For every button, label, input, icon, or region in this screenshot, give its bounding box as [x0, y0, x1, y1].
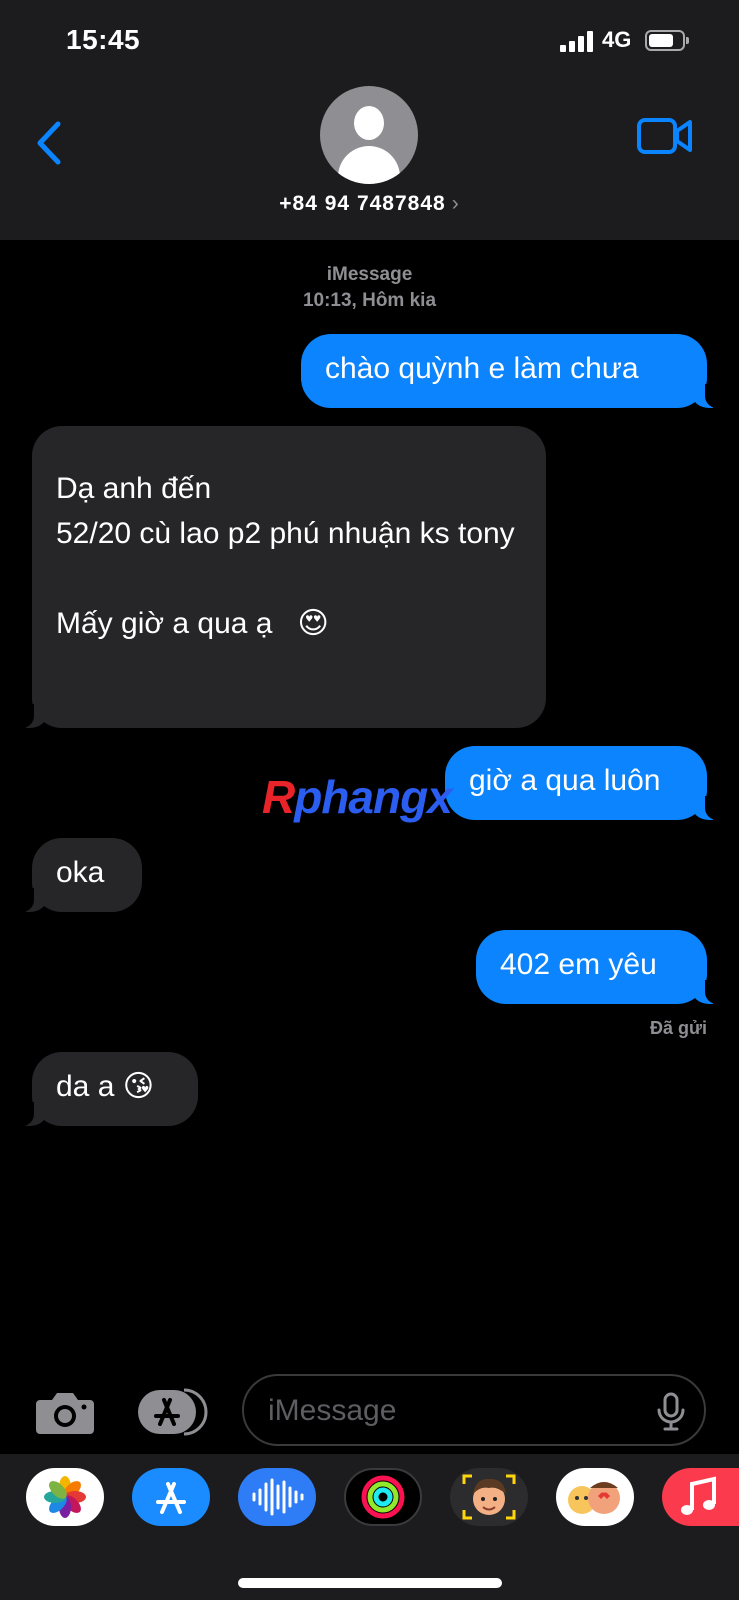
- apps-button[interactable]: [136, 1388, 210, 1436]
- message-input-placeholder: iMessage: [268, 1394, 397, 1427]
- camera-icon: [36, 1393, 94, 1434]
- person-icon: [354, 106, 384, 140]
- app-store-icon: [138, 1388, 208, 1436]
- conversation-header: +84 94 7487848 ›: [0, 80, 739, 240]
- back-button[interactable]: [30, 118, 70, 168]
- dictation-button[interactable]: [656, 1392, 686, 1432]
- app-store-icon[interactable]: [132, 1468, 210, 1526]
- message-bubble-received[interactable]: Dạ anh đến 52/20 cù lao p2 phú nhuận ks …: [20, 426, 546, 728]
- microphone-icon: [657, 1392, 685, 1431]
- network-type: 4G: [602, 27, 632, 52]
- message-text: Dạ anh đến 52/20 cù lao p2 phú nhuận ks …: [56, 472, 515, 640]
- status-time: 15:45: [66, 24, 141, 55]
- chevron-left-icon: [37, 121, 61, 165]
- message-bubble-sent[interactable]: chào quỳnh e làm chưa: [301, 334, 719, 408]
- video-camera-icon: [637, 118, 692, 154]
- message-text: 402 em yêu: [500, 948, 657, 981]
- message-bubble-received[interactable]: oka: [20, 838, 142, 912]
- message-text: oka: [56, 856, 105, 889]
- service-label: iMessage: [326, 264, 413, 285]
- message-text: da a 😘: [56, 1070, 154, 1103]
- contact-avatar[interactable]: [320, 86, 418, 184]
- imessage-app-drawer: [0, 1454, 739, 1600]
- cellular-signal-icon: [560, 30, 594, 52]
- memoji-icon[interactable]: [450, 1468, 528, 1526]
- activity-icon[interactable]: [344, 1468, 422, 1526]
- message-bubble-received[interactable]: da a 😘: [20, 1052, 198, 1126]
- camera-button[interactable]: [34, 1388, 96, 1436]
- audio-message-icon[interactable]: [238, 1468, 316, 1526]
- message-text: giờ a qua luôn: [469, 764, 661, 797]
- composer-bar: iMessage: [0, 1370, 739, 1450]
- message-text: chào quỳnh e làm chưa: [325, 352, 639, 385]
- message-bubble-sent[interactable]: 402 em yêu: [476, 930, 719, 1004]
- chevron-right-icon: ›: [451, 192, 460, 215]
- watermark-logo: Rphangx: [262, 771, 453, 823]
- music-icon[interactable]: [662, 1468, 739, 1526]
- battery-icon: [645, 30, 689, 51]
- contact-name[interactable]: +84 94 7487848 ›: [0, 192, 739, 216]
- delivery-status: Đã gửi: [649, 1018, 707, 1038]
- contact-number: +84 94 7487848: [279, 192, 446, 215]
- status-bar: 15:45 4G: [0, 0, 739, 80]
- animoji-stickers-icon[interactable]: [556, 1468, 634, 1526]
- facetime-video-button[interactable]: [636, 116, 694, 156]
- photos-icon[interactable]: [26, 1468, 104, 1526]
- thread-timestamp: 10:13, Hôm kia: [302, 290, 437, 311]
- message-input[interactable]: iMessage: [242, 1374, 706, 1446]
- home-indicator[interactable]: [238, 1578, 502, 1588]
- message-bubble-sent[interactable]: giờ a qua luôn: [445, 746, 719, 820]
